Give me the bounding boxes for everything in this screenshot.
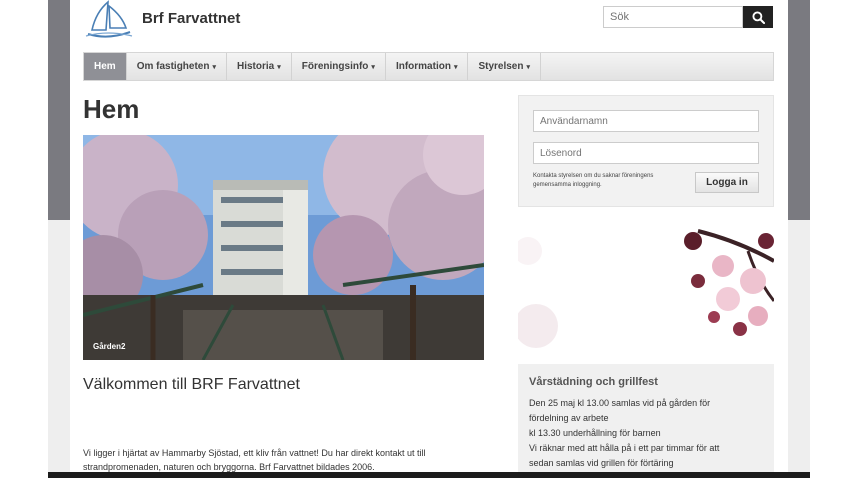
- nav-item-styrelsen[interactable]: Styrelsen ▾: [468, 53, 541, 80]
- hero-caption: Gården2: [93, 342, 126, 351]
- cherry-blossom-picture: [518, 221, 774, 364]
- search-icon: [751, 10, 765, 24]
- nav-item-label: Information: [395, 61, 451, 72]
- login-panel: Kontakta styrelsen om du saknar förening…: [518, 95, 774, 207]
- login-button[interactable]: Logga in: [695, 172, 759, 193]
- chevron-down-icon: ▾: [371, 64, 375, 71]
- search-button[interactable]: [743, 6, 773, 28]
- hero-image: [63, 115, 503, 361]
- welcome-heading: Välkommen till BRF Farvattnet: [83, 376, 300, 393]
- page-backdrop-right: [788, 0, 810, 220]
- nav-item-label: Hem: [94, 61, 116, 72]
- page-backdrop-right-lower: [788, 220, 810, 478]
- chevron-down-icon: ▾: [453, 64, 458, 71]
- news-title[interactable]: Vårstädning och grillfest: [529, 376, 658, 388]
- chevron-down-icon: ▾: [212, 64, 216, 71]
- nav-item-hem[interactable]: Hem: [84, 53, 127, 80]
- nav-item-historia[interactable]: Historia ▾: [227, 53, 292, 80]
- news-line: kl 13.30 underhållning för barnen: [529, 428, 661, 438]
- page-backdrop-left-lower: [48, 220, 70, 478]
- login-hint: Kontakta styrelsen om du saknar förening…: [533, 173, 654, 188]
- nav-item-label: Om fastigheten: [136, 61, 210, 72]
- sailboat-icon[interactable]: [82, 0, 134, 38]
- hero-slideshow[interactable]: Gården2: [63, 115, 503, 361]
- news-panel: Vårstädning och grillfest Den 25 maj kl …: [518, 364, 774, 478]
- main-navigation: Hem Om fastigheten ▾ Historia ▾ Föreningsi…: [83, 52, 774, 81]
- news-line: Vi räknar med att hålla på i ett par tim…: [529, 443, 720, 453]
- username-field[interactable]: [533, 110, 759, 132]
- page-title: Hem: [83, 94, 140, 124]
- nav-item-label: Historia: [237, 61, 275, 72]
- nav-item-om-fastigheten[interactable]: Om fastigheten ▾: [127, 53, 227, 80]
- news-line: fördelning av arbete: [529, 413, 609, 423]
- page-container: Brf Farvattnet Hem Om fastigheten▾ Histo…: [63, 0, 788, 478]
- nav-item-foreningsinfo[interactable]: Föreningsinfo ▾: [292, 53, 386, 80]
- password-field[interactable]: [533, 142, 759, 164]
- chevron-down-icon: ▾: [526, 64, 530, 71]
- nav-item-label: Styrelsen: [478, 61, 524, 72]
- chevron-down-icon: ▾: [277, 64, 281, 71]
- news-body: Den 25 maj kl 13.00 samlas vid på gården…: [529, 396, 769, 471]
- news-line: Den 25 maj kl 13.00 samlas vid på gården…: [529, 398, 711, 408]
- intro-text: Vi ligger i hjärtat av Hammarby Sjöstad,…: [83, 448, 426, 472]
- site-name[interactable]: Brf Farvattnet: [142, 10, 240, 27]
- page-backdrop-left: [48, 0, 70, 220]
- nav-item-label: Föreningsinfo: [301, 61, 369, 72]
- news-line: sedan samlas vid grillen för förtäring: [529, 458, 674, 468]
- nav-item-information[interactable]: Information ▾: [386, 53, 469, 80]
- bottom-edge-bar: [48, 472, 810, 478]
- cherry-blossom-image: [518, 221, 774, 364]
- site-header: Brf Farvattnet: [70, 0, 788, 50]
- search-input[interactable]: [603, 6, 743, 28]
